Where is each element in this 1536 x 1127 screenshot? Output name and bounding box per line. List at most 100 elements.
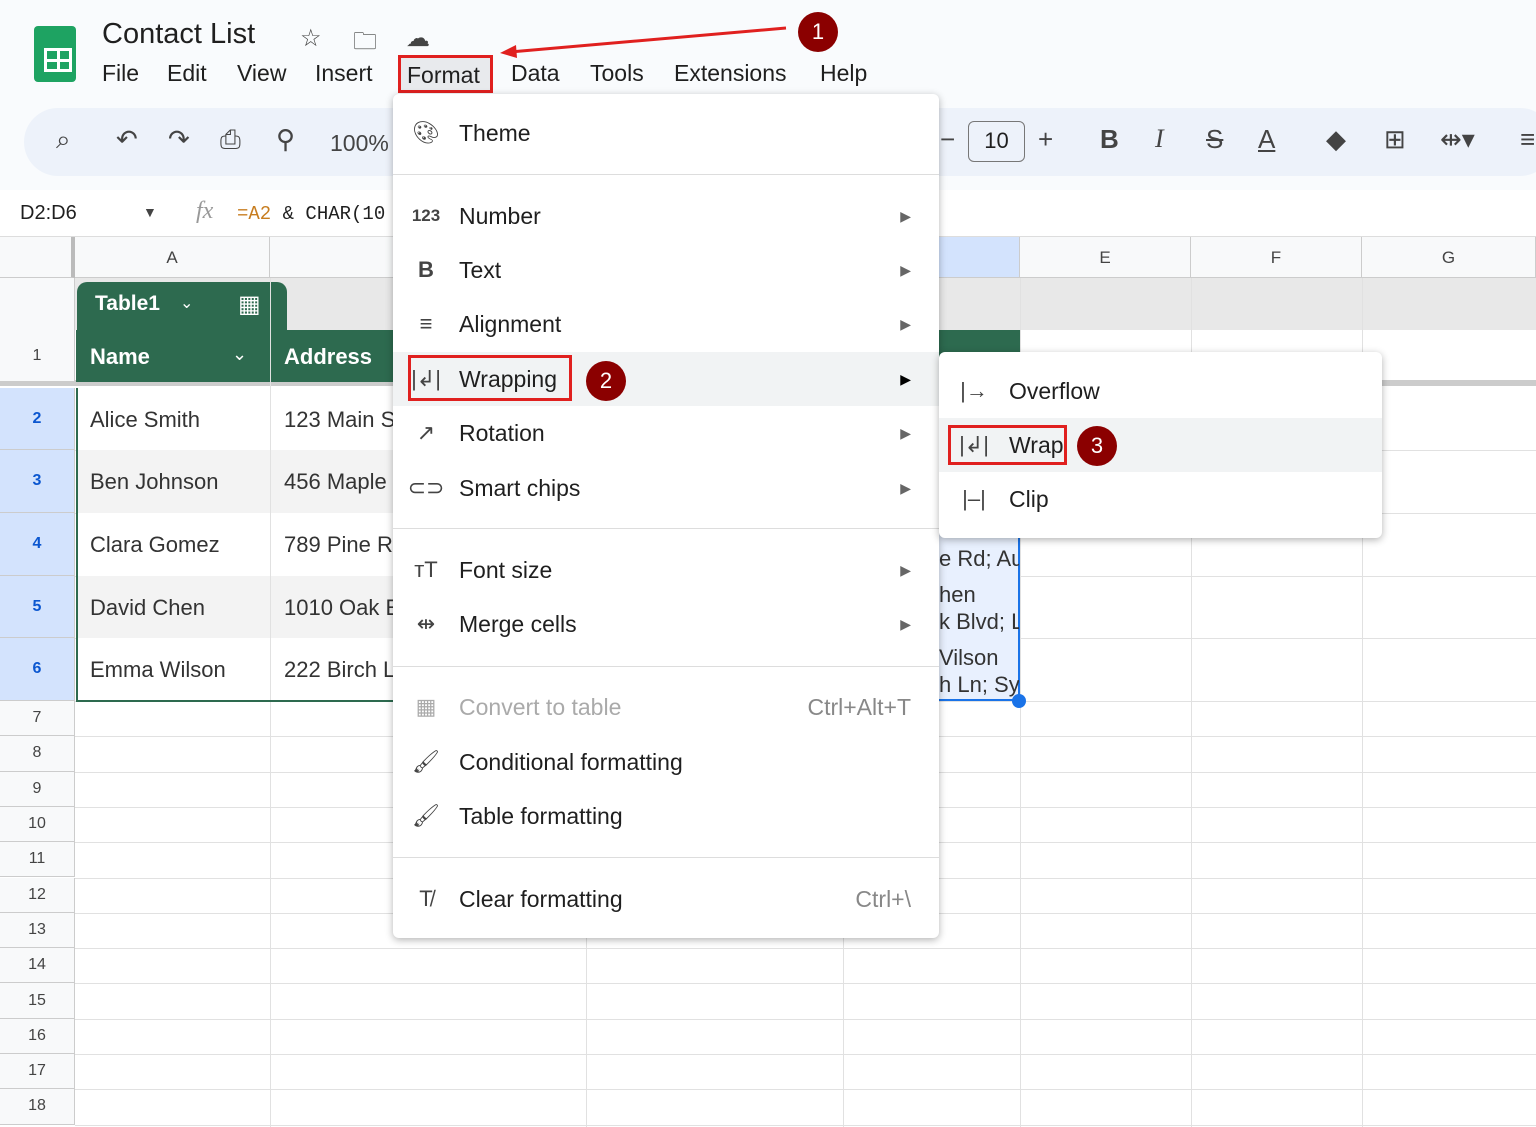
cell-d4-fragment[interactable]: e Rd; Au [939, 546, 1019, 572]
row-line [75, 948, 1536, 950]
format-menu-item-table-formatting[interactable]: 🖌︎ Table formatting [393, 789, 939, 843]
zoom-select[interactable]: 100% [330, 130, 389, 157]
row-header-1[interactable]: 1 [0, 330, 75, 382]
menu-file[interactable]: File [102, 60, 139, 87]
table-name[interactable]: Table1 [95, 292, 160, 316]
align-icon[interactable]: ≡ [1520, 124, 1535, 155]
row-header-13[interactable]: 13 [0, 912, 75, 949]
cell-d6-fragment-2[interactable]: h Ln; Sy [939, 672, 1019, 698]
column-header-a[interactable]: A [75, 237, 270, 278]
name-box[interactable]: D2:D6 [20, 202, 77, 225]
row-header-15[interactable]: 15 [0, 983, 75, 1019]
cell-address[interactable]: 456 Maple [284, 469, 394, 495]
table-calc-icon[interactable]: ▦ [238, 290, 261, 319]
shortcut-label: Ctrl+Alt+T [807, 693, 911, 720]
format-menu-item-smart-chips[interactable]: ⊂⊃ Smart chips ▶ [393, 461, 939, 515]
move-folder-icon[interactable]: 🗀 [353, 24, 377, 65]
font-size-input[interactable]: 10 [968, 121, 1025, 162]
row-header-3[interactable]: 3 [0, 450, 75, 513]
format-menu-item-theme[interactable]: 🎨︎ Theme [393, 106, 939, 160]
cell-address[interactable]: 123 Main S [284, 407, 394, 433]
cloud-status-icon[interactable]: ☁ [406, 24, 430, 53]
format-menu-item-conditional-formatting[interactable]: 🖌︎ Conditional formatting [393, 735, 939, 789]
format-menu-item-number[interactable]: 123 Number ▶ [393, 189, 939, 243]
row-header-14[interactable]: 14 [0, 948, 75, 984]
strikethrough-icon[interactable]: S [1206, 124, 1223, 155]
row-header-8[interactable]: 8 [0, 736, 75, 772]
sheets-logo[interactable] [34, 26, 76, 82]
corner-cell[interactable] [0, 237, 75, 278]
column-header-e[interactable]: E [1020, 237, 1191, 278]
row-header-10[interactable]: 10 [0, 806, 75, 843]
fill-handle[interactable] [1012, 694, 1026, 708]
print-icon[interactable]: ⎙ [220, 124, 241, 156]
row-header-17[interactable]: 17 [0, 1054, 75, 1090]
cell-name[interactable]: Emma Wilson [90, 657, 265, 683]
merge-cells-icon[interactable]: ⇹▾ [1440, 124, 1475, 155]
menu-item-label: Conditional formatting [459, 748, 683, 775]
column-header-g[interactable]: G [1362, 237, 1536, 278]
formula-input[interactable]: =A2 & CHAR(10 [237, 203, 393, 225]
format-menu-item-clear-formatting[interactable]: T̸ Clear formatting Ctrl+\ [393, 872, 939, 926]
borders-icon[interactable]: ⊞ [1384, 124, 1406, 155]
format-menu-item-rotation[interactable]: ↗ Rotation ▶ [393, 406, 939, 460]
row-header-4[interactable]: 4 [0, 513, 75, 576]
cell-name[interactable]: David Chen [90, 595, 265, 621]
document-title[interactable]: Contact List [102, 18, 255, 51]
fill-color-icon[interactable]: ◆ [1326, 124, 1346, 155]
star-icon[interactable]: ☆ [300, 24, 322, 53]
format-menu-item-text[interactable]: B Text ▶ [393, 243, 939, 297]
row-header-7[interactable]: 7 [0, 701, 75, 737]
menu-insert[interactable]: Insert [315, 60, 373, 87]
format-menu-item-merge-cells[interactable]: ⇹ Merge cells ▶ [393, 597, 939, 651]
chevron-down-icon[interactable]: ⌄ [232, 344, 247, 365]
cell-address[interactable]: 222 Birch L [284, 657, 394, 683]
header-name[interactable]: Name [90, 344, 150, 370]
row-header-2[interactable]: 2 [0, 388, 75, 450]
row-header-6[interactable]: 6 [0, 638, 75, 701]
cell-address[interactable]: 1010 Oak E [284, 595, 394, 621]
italic-icon[interactable]: I [1155, 124, 1164, 154]
cell-address[interactable]: 789 Pine R [284, 532, 394, 558]
menu-data[interactable]: Data [511, 60, 560, 87]
wrap-option-clip[interactable]: |–| Clip [939, 472, 1382, 526]
paint-format-icon[interactable]: ⚲ [276, 124, 295, 155]
cell-name[interactable]: Ben Johnson [90, 469, 265, 495]
row-header-9[interactable]: 9 [0, 771, 75, 807]
annotation-badge-3: 3 [1077, 426, 1117, 466]
chevron-down-icon[interactable]: ⌄ [180, 293, 193, 313]
search-icon[interactable]: ⌕ [56, 124, 71, 156]
menu-edit[interactable]: Edit [167, 60, 207, 87]
palette-icon: 🎨︎ [412, 120, 440, 145]
decrease-font-button[interactable]: − [940, 124, 955, 155]
menu-tools[interactable]: Tools [590, 60, 644, 87]
menu-view[interactable]: View [237, 60, 286, 87]
cell-name[interactable]: Alice Smith [90, 407, 265, 433]
row-header-16[interactable]: 16 [0, 1018, 75, 1054]
row-header-11[interactable]: 11 [0, 842, 75, 878]
cell-name[interactable]: Clara Gomez [90, 532, 265, 558]
chevron-down-icon[interactable]: ▼ [143, 204, 157, 220]
cell-d6-fragment-1[interactable]: Vilson [939, 645, 1019, 671]
wrap-option-overflow[interactable]: |→ Overflow [939, 364, 1382, 418]
row-header-5[interactable]: 5 [0, 576, 75, 638]
clip-icon: |–| [962, 486, 986, 511]
undo-icon[interactable]: ↶ [116, 124, 138, 155]
increase-font-button[interactable]: + [1038, 124, 1053, 155]
redo-icon[interactable]: ↷ [168, 124, 190, 155]
format-menu-item-font-size[interactable]: тT Font size ▶ [393, 543, 939, 597]
row-header-18[interactable]: 18 [0, 1089, 75, 1125]
text-color-icon[interactable]: A [1258, 124, 1275, 155]
row-header-12[interactable]: 12 [0, 877, 75, 913]
cell-d5-fragment-1[interactable]: hen [939, 582, 1019, 608]
cell-d5-fragment-2[interactable]: k Blvd; L [939, 609, 1019, 635]
menu-item-label: Merge cells [459, 610, 577, 637]
format-menu-item-alignment[interactable]: ≡ Alignment ▶ [393, 297, 939, 351]
header-address[interactable]: Address [284, 344, 372, 370]
menu-help[interactable]: Help [820, 60, 867, 87]
bold-icon[interactable]: B [1100, 124, 1119, 155]
menu-extensions[interactable]: Extensions [674, 60, 787, 87]
column-header-f[interactable]: F [1191, 237, 1362, 278]
menu-format[interactable]: Format [398, 55, 493, 93]
row-line [75, 983, 1536, 985]
